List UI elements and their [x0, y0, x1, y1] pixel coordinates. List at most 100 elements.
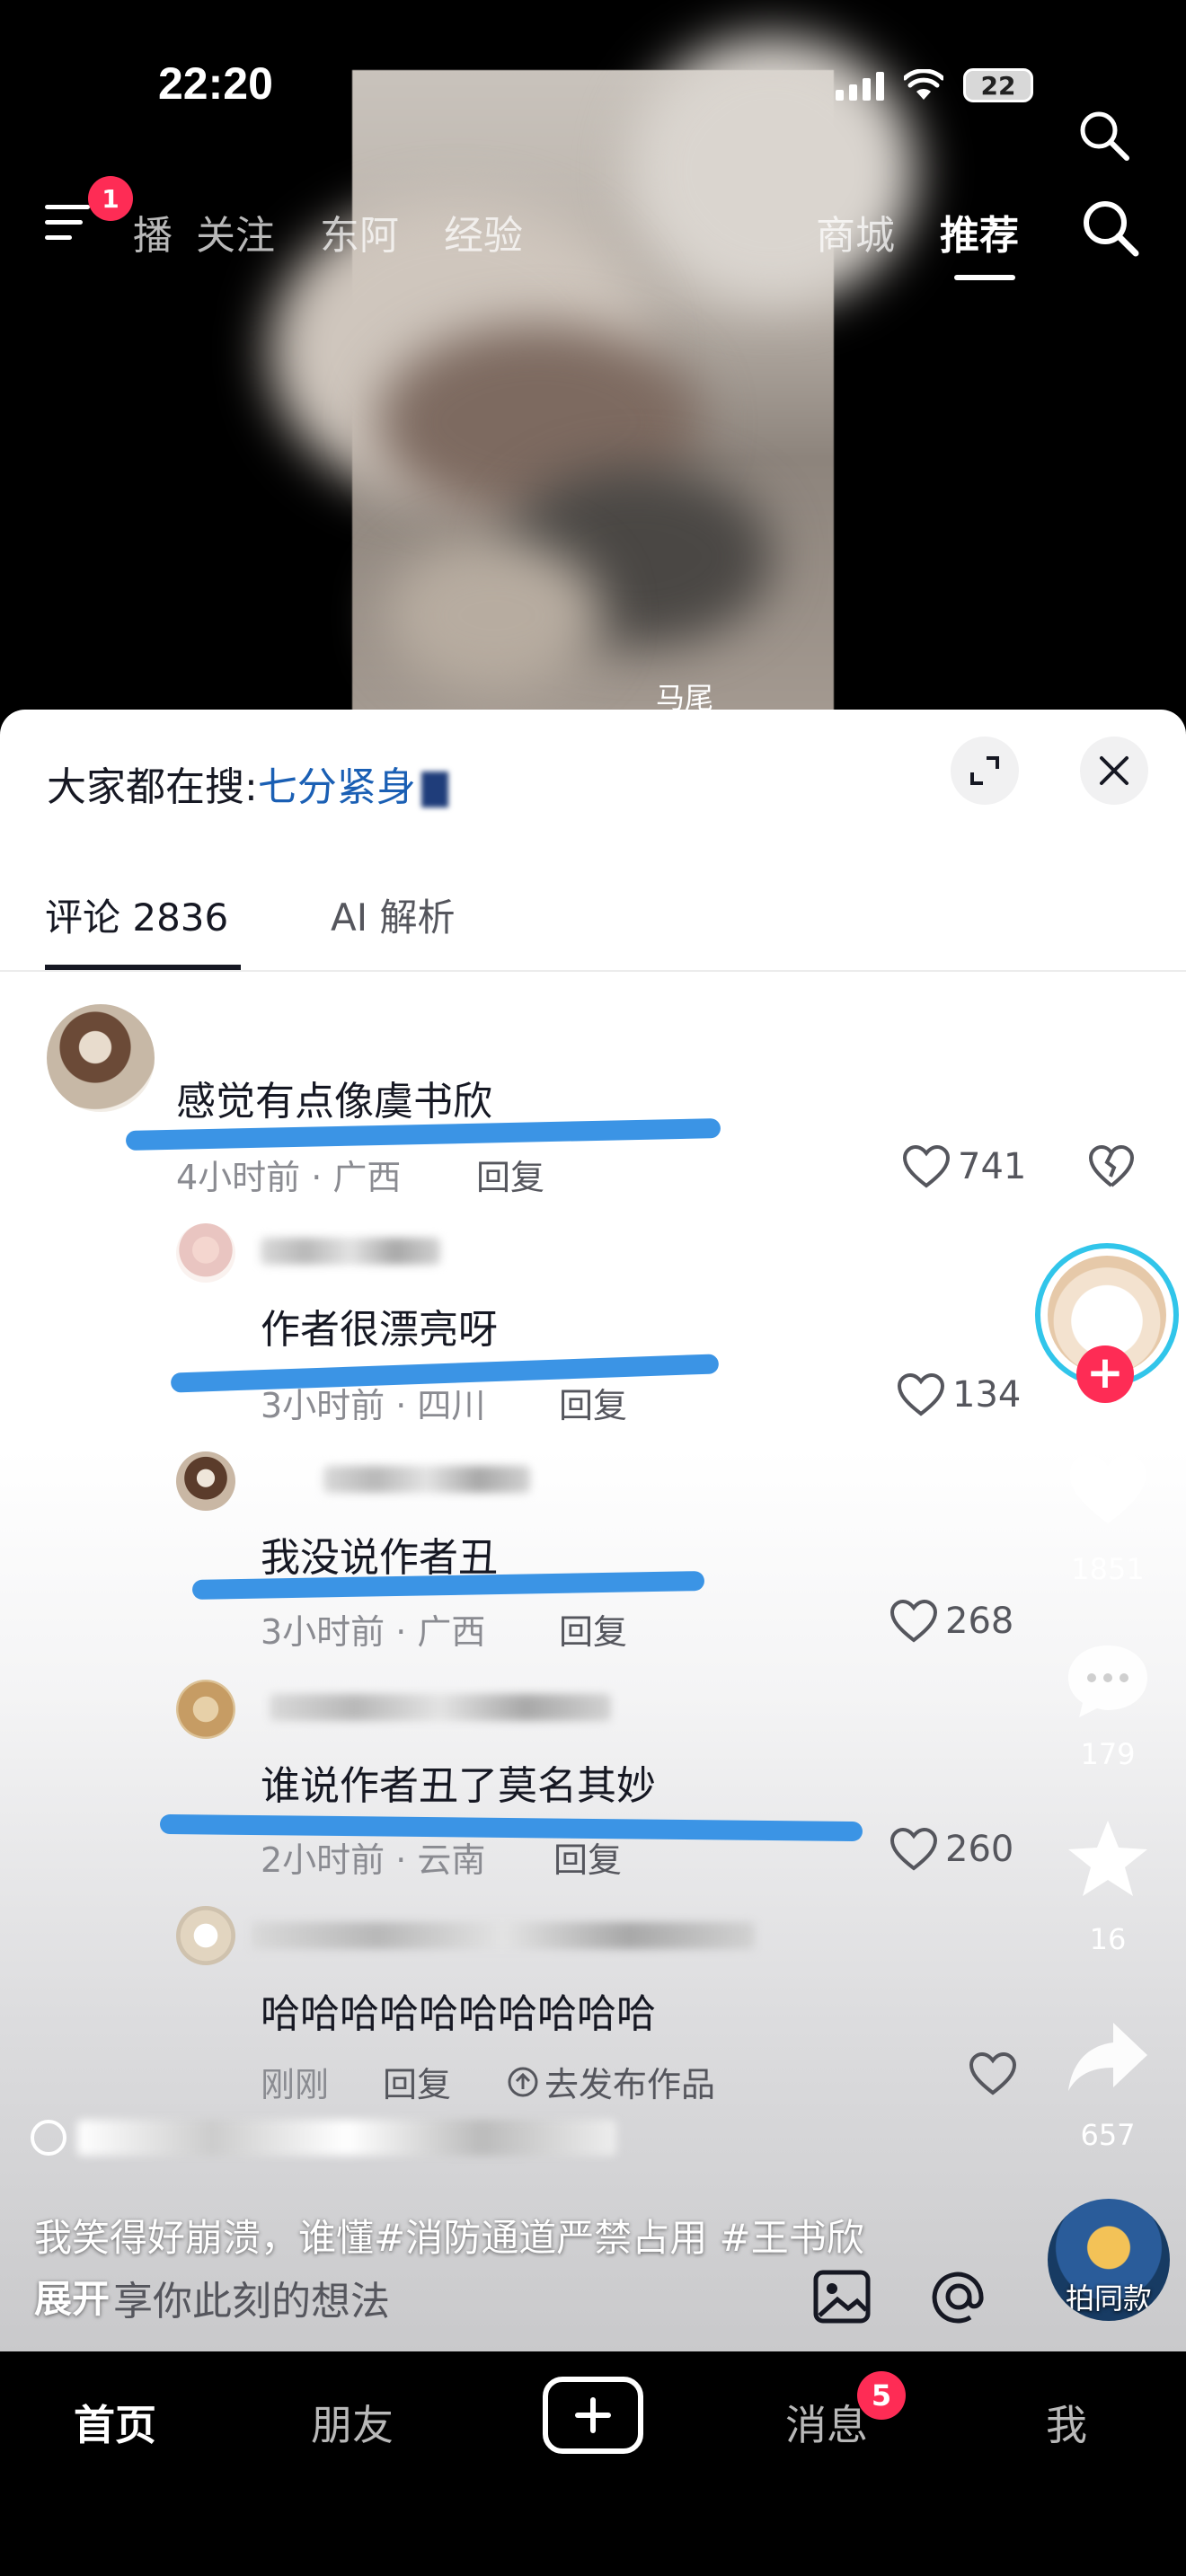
heart-icon — [902, 1144, 951, 1188]
comment-text: 我没说作者丑 — [261, 1535, 498, 1581]
close-button[interactable] — [1080, 737, 1148, 805]
share-icon — [1068, 2023, 1147, 2091]
heart-icon — [1069, 1454, 1146, 1524]
blurred-username — [270, 1694, 611, 1721]
publish-work-button[interactable]: 去发布作品 — [507, 2057, 715, 2106]
avatar[interactable] — [176, 1680, 235, 1739]
like-video-button[interactable] — [1058, 1441, 1157, 1539]
search-icon[interactable] — [1075, 106, 1132, 163]
heart-icon — [890, 1827, 938, 1871]
star-icon — [1068, 1821, 1147, 1896]
follow-button[interactable]: + — [1076, 1345, 1134, 1403]
blurred-username — [77, 2120, 616, 2156]
like-button[interactable]: 741 — [902, 1144, 1026, 1189]
like-count: 134 — [952, 1374, 1022, 1416]
expand-caption-link[interactable]: 展开 — [34, 2269, 110, 2324]
plus-icon — [575, 2397, 611, 2433]
comment-text: 哈哈哈哈哈哈哈哈哈哈 — [261, 1991, 656, 2037]
comment-sheet — [0, 710, 1186, 2353]
share-button[interactable] — [1058, 2008, 1157, 2107]
status-icons: 22 — [836, 63, 1033, 108]
reply-button[interactable]: 回复 — [383, 2057, 451, 2106]
avatar — [31, 2120, 66, 2156]
tab-messages[interactable]: 消息 — [785, 2393, 868, 2452]
active-tab-indicator — [954, 275, 1015, 280]
search-suggestion[interactable]: 大家都在搜:七分紧身 — [47, 754, 448, 812]
search-hint-label: 大家都在搜: — [47, 764, 258, 810]
tab-local[interactable]: 东阿 — [320, 203, 399, 260]
heart-icon — [897, 1372, 945, 1416]
menu-icon[interactable] — [45, 205, 92, 250]
like-button[interactable]: 134 — [897, 1372, 1021, 1417]
favorite-count: 16 — [1089, 1922, 1127, 1956]
heart-icon — [890, 1599, 938, 1643]
comment-time-location: 刚刚 — [261, 2065, 330, 2104]
tab-experience[interactable]: 经验 — [444, 203, 523, 260]
same-style-button[interactable]: 拍同款 — [1048, 2199, 1170, 2321]
tab-home[interactable]: 首页 — [74, 2393, 156, 2452]
avatar[interactable] — [176, 1451, 235, 1511]
comment-time-location: 3小时前 · 广西 — [261, 1612, 486, 1652]
comment-button[interactable] — [1058, 1631, 1157, 1730]
messages-badge: 5 — [857, 2371, 906, 2420]
like-count: 741 — [958, 1146, 1027, 1187]
avatar[interactable] — [176, 1906, 235, 1965]
reply-button[interactable]: 回复 — [476, 1150, 544, 1199]
expand-button[interactable] — [951, 737, 1019, 805]
favorite-button[interactable] — [1058, 1809, 1157, 1908]
reply-button[interactable]: 回复 — [559, 1604, 627, 1654]
reply-button[interactable]: 回复 — [553, 1832, 622, 1882]
publish-work-label: 去发布作品 — [544, 2065, 716, 2104]
video-caption: 我笑得好崩溃，谁懂#消防通道严禁占用 #王书欣 — [34, 2216, 864, 2260]
blurred-username — [323, 1466, 530, 1493]
tab-me[interactable]: 我 — [1046, 2393, 1087, 2452]
like-count: 268 — [945, 1601, 1014, 1642]
cellular-signal-icon — [836, 70, 884, 101]
like-button[interactable]: 260 — [890, 1827, 1013, 1872]
tab-comments[interactable]: 评论 2836 — [45, 887, 228, 942]
like-button[interactable]: 268 — [890, 1599, 1013, 1644]
blurred-username — [261, 1238, 440, 1265]
tab-friends[interactable]: 朋友 — [311, 2393, 394, 2452]
same-style-label: 拍同款 — [1065, 2281, 1152, 2316]
avatar[interactable] — [47, 1004, 155, 1112]
upload-icon — [508, 2067, 538, 2096]
search-icon[interactable] — [1078, 196, 1141, 259]
tab-recommend[interactable]: 推荐 — [940, 203, 1019, 260]
video-blur-region — [386, 539, 602, 692]
comment-text: 作者很漂亮呀 — [261, 1307, 498, 1353]
search-hint-term[interactable]: 七分紧身 — [258, 764, 416, 810]
like-count: 260 — [945, 1829, 1014, 1870]
expand-icon — [970, 756, 999, 785]
battery-icon: 22 — [963, 68, 1033, 102]
comment-text: 感觉有点像虞书欣 — [176, 1079, 492, 1125]
mention-icon[interactable] — [925, 2263, 992, 2330]
close-icon — [1100, 756, 1128, 785]
blurred-username — [252, 1922, 755, 1949]
comment-count: 179 — [1080, 1737, 1136, 1771]
avatar[interactable] — [176, 1223, 235, 1283]
menu-badge: 1 — [88, 176, 133, 221]
status-time: 22:20 — [158, 58, 273, 109]
tab-ai-analysis[interactable]: AI 解析 — [331, 887, 455, 942]
reply-button[interactable]: 回复 — [559, 1378, 627, 1427]
divider — [0, 970, 1186, 972]
create-button[interactable] — [543, 2377, 643, 2454]
comment-icon — [1068, 1645, 1147, 1717]
image-icon[interactable] — [809, 2263, 875, 2330]
tab-mall[interactable]: 商城 — [816, 203, 895, 260]
heart-icon[interactable] — [969, 2051, 1017, 2096]
blurred-text — [420, 772, 448, 807]
dislike-icon[interactable] — [1087, 1142, 1136, 1191]
tab-following[interactable]: 关注 — [196, 203, 275, 260]
comment-text: 谁说作者丑了莫名其妙 — [261, 1763, 656, 1809]
like-count: 1851 — [1071, 1552, 1145, 1586]
comment-time-location: 4小时前 · 广西 — [176, 1158, 402, 1197]
comment-time-location: 2小时前 · 云南 — [261, 1840, 486, 1880]
comment-time-location: 3小时前 · 四川 — [261, 1386, 486, 1425]
share-count: 657 — [1080, 2118, 1136, 2152]
caption-author[interactable] — [31, 2120, 616, 2156]
tab-live[interactable]: 播 — [133, 203, 173, 260]
wifi-icon — [904, 69, 943, 100]
comment-input[interactable]: 享你此刻的想法 — [113, 2269, 390, 2326]
